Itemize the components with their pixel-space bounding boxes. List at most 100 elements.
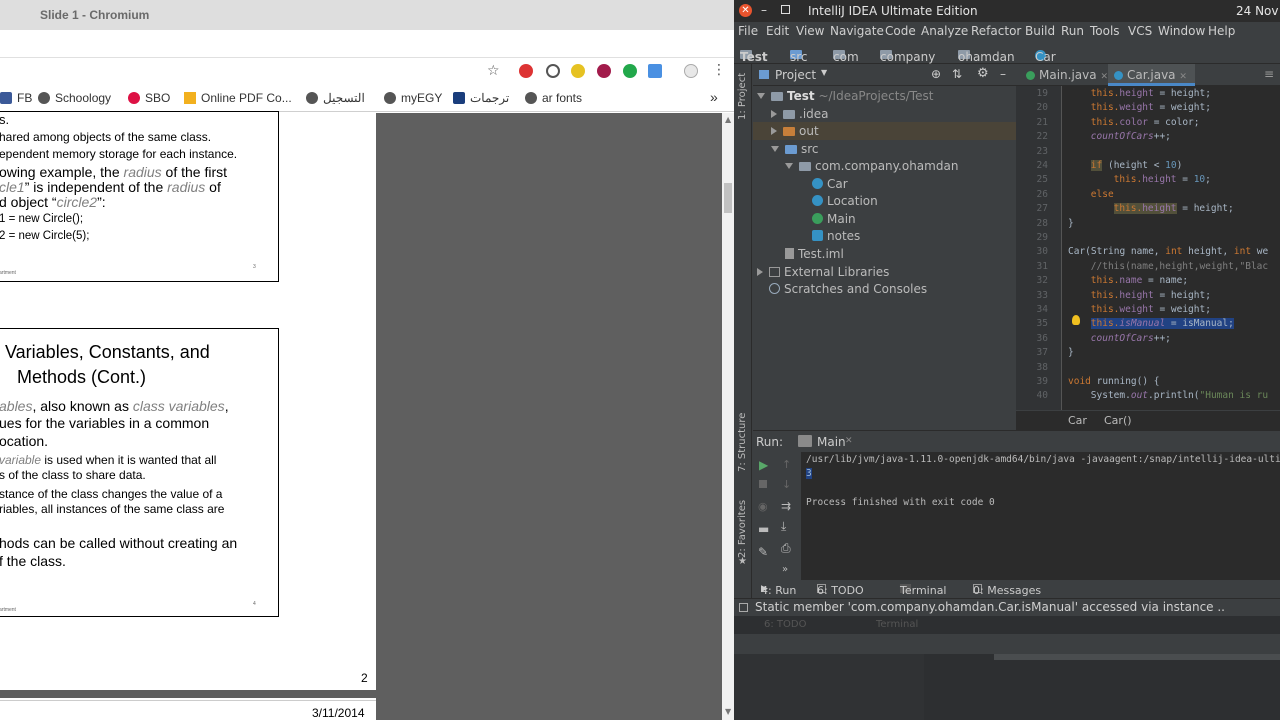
pin-icon[interactable]: ✎	[758, 545, 768, 559]
code-line[interactable]: this.height = height;	[1091, 290, 1211, 301]
locate-icon[interactable]: ⊕	[931, 67, 941, 81]
tool-structure-tab[interactable]: 7: Structure	[737, 413, 748, 472]
tree-item-src[interactable]: src	[771, 140, 819, 158]
code-line[interactable]: this.height = height;	[1091, 88, 1211, 99]
print-icon[interactable]: ⎙	[781, 541, 791, 556]
code-line[interactable]: //this(name,height,weight,"Blac	[1091, 261, 1268, 272]
tree-item-notes[interactable]: notes	[812, 227, 860, 245]
menu-file[interactable]: File	[738, 24, 758, 38]
tree-item-external-libraries[interactable]: External Libraries	[757, 263, 889, 281]
tree-item-idea[interactable]: .idea	[771, 105, 829, 123]
code-line[interactable]: if (height < 10)	[1090, 160, 1182, 171]
arrow-down-icon[interactable]: ↓	[782, 478, 791, 491]
tool-favorites-tab[interactable]: 2: Favorites	[737, 500, 748, 558]
bookmark-star-icon[interactable]: ☆	[487, 63, 500, 79]
tree-item-out[interactable]: out	[753, 122, 1016, 140]
close-icon[interactable]: ✕	[845, 436, 853, 446]
code-line[interactable]: this.height = 10;	[1114, 174, 1211, 185]
menu-help[interactable]: Help	[1208, 24, 1235, 38]
code-line[interactable]: this.height = height;	[1113, 203, 1234, 215]
translate-extension-icon[interactable]	[648, 64, 662, 78]
pencil-extension-icon[interactable]	[571, 64, 585, 78]
chevron-down-icon[interactable]: ▼	[821, 68, 827, 77]
code-line[interactable]: this.isManual = isManual;	[1090, 318, 1234, 330]
menu-vcs[interactable]: VCS	[1128, 24, 1152, 38]
scroll-end-icon[interactable]: ⤓	[781, 519, 786, 534]
tool-windows-icon[interactable]	[739, 603, 748, 612]
tree-item-main[interactable]: Main	[812, 210, 856, 228]
bookmark-myegy[interactable]: myEGY	[384, 91, 442, 105]
scroll-down-icon[interactable]: ▼	[725, 707, 731, 716]
code-line[interactable]: }	[1068, 218, 1074, 229]
lightbulb-icon[interactable]	[1072, 315, 1080, 325]
tree-item-car[interactable]: Car	[812, 175, 848, 193]
menu-view[interactable]: View	[796, 24, 824, 38]
bookmarks-overflow-button[interactable]: »	[710, 89, 718, 105]
breadcrumb-class[interactable]: Car	[1068, 414, 1087, 427]
bookmark-ar-fonts[interactable]: ar fonts	[525, 91, 582, 105]
breadcrumb-method[interactable]: Car()	[1104, 414, 1132, 427]
hide-icon[interactable]: –	[1000, 67, 1006, 81]
minimize-icon[interactable]: –	[761, 3, 767, 17]
bookmark-registration[interactable]: التسجيل	[306, 91, 365, 105]
project-panel-title[interactable]: Project	[775, 68, 816, 82]
bookmark-schoology[interactable]: Schoology	[38, 91, 111, 105]
code-line[interactable]: this.name = name;	[1091, 275, 1188, 286]
viewer-scrollbar[interactable]: ▲ ▼	[722, 113, 734, 720]
profile-avatar-icon[interactable]	[684, 64, 698, 78]
extension-shield-icon[interactable]	[597, 64, 611, 78]
menu-navigate[interactable]: Navigate	[830, 24, 884, 38]
code-line[interactable]: this.color = color;	[1091, 117, 1200, 128]
chrome-menu-icon[interactable]: ⋮	[712, 62, 726, 78]
stop-icon[interactable]	[759, 480, 767, 488]
code-line[interactable]: }	[1068, 347, 1074, 358]
tabs-overflow-icon[interactable]: ≡	[1264, 67, 1274, 81]
menu-edit[interactable]: Edit	[766, 24, 789, 38]
run-config-tab[interactable]: Main	[817, 435, 846, 449]
bookmark-fb[interactable]: FB	[0, 91, 32, 105]
code-line[interactable]: countOfCars++;	[1091, 131, 1171, 142]
menu-tools[interactable]: Tools	[1090, 24, 1120, 38]
tree-item-package[interactable]: com.company.ohamdan	[785, 157, 958, 175]
code-line[interactable]: countOfCars++;	[1091, 333, 1171, 344]
arrow-up-icon[interactable]: ↑	[782, 458, 791, 471]
bookmark-sbo[interactable]: SBO	[128, 91, 170, 105]
layout-icon[interactable]: ▬	[758, 522, 769, 536]
tab-car-java[interactable]: Car.java ✕	[1108, 64, 1195, 86]
adblock-icon[interactable]	[519, 64, 533, 78]
scroll-up-icon[interactable]: ▲	[725, 115, 731, 124]
more-icon[interactable]: »	[782, 564, 788, 575]
bookmark-translations[interactable]: ترجمات	[453, 91, 509, 105]
wrap-icon[interactable]: ⇉	[781, 499, 791, 513]
menu-refactor[interactable]: Refactor	[971, 24, 1021, 38]
tool-project-tab[interactable]: 1: Project	[737, 73, 748, 120]
code-line[interactable]: this.weight = weight;	[1091, 102, 1211, 113]
rerun-icon[interactable]: ▶	[759, 458, 768, 472]
tree-item-test[interactable]: Test ~/IdeaProjects/Test	[757, 87, 933, 105]
code-line[interactable]: Car(String name, int height, int we	[1068, 246, 1268, 257]
scrollbar-thumb[interactable]	[724, 183, 732, 213]
gear-icon[interactable]: ⚙	[977, 66, 989, 81]
menu-run[interactable]: Run	[1061, 24, 1084, 38]
code-line[interactable]: else	[1091, 189, 1114, 200]
camera-icon[interactable]: ◉	[758, 500, 768, 513]
tree-item-iml[interactable]: Test.iml	[785, 245, 844, 263]
bookmark-online-pdf[interactable]: Online PDF Co...	[184, 91, 292, 105]
tree-item-scratches[interactable]: Scratches and Consoles	[769, 280, 927, 298]
code-line[interactable]: void running() {	[1068, 376, 1160, 387]
code-line[interactable]: System.out.println("Human is ru	[1091, 390, 1268, 401]
extension-green-icon[interactable]	[623, 64, 637, 78]
close-icon[interactable]: ✕	[739, 4, 752, 17]
maximize-icon[interactable]	[781, 5, 790, 14]
block-icon[interactable]	[546, 64, 560, 78]
console-output[interactable]: /usr/lib/jvm/java-1.11.0-openjdk-amd64/b…	[801, 452, 1280, 580]
code-line[interactable]: this.weight = weight;	[1091, 304, 1211, 315]
collapse-icon[interactable]: ⇅	[952, 67, 962, 81]
tree-item-location[interactable]: Location	[812, 192, 878, 210]
menu-window[interactable]: Window	[1158, 24, 1205, 38]
menu-analyze[interactable]: Analyze	[921, 24, 968, 38]
tab-main-java[interactable]: Main.java ✕	[1020, 64, 1116, 86]
omnibox-row[interactable]	[0, 30, 734, 58]
menu-code[interactable]: Code	[885, 24, 916, 38]
menu-build[interactable]: Build	[1025, 24, 1055, 38]
